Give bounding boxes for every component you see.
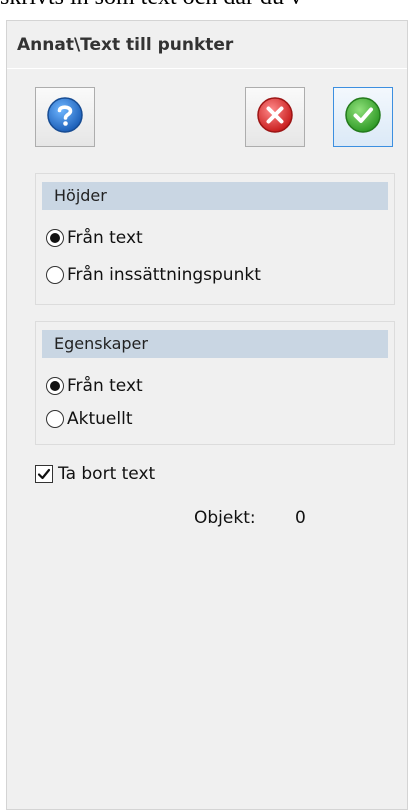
heights-option-from-insertion-point[interactable]: Från inssättningspunkt bbox=[46, 265, 261, 285]
remove-text-label: Ta bort text bbox=[58, 464, 156, 484]
radio-unselected[interactable] bbox=[46, 410, 64, 428]
properties-group: Egenskaper Från text Aktuellt bbox=[35, 321, 395, 445]
heights-group-header: Höjder bbox=[42, 182, 388, 210]
heights-group: Höjder Från text Från inssättningspunkt bbox=[35, 173, 395, 305]
radio-selected[interactable] bbox=[46, 377, 64, 395]
properties-option-current[interactable]: Aktuellt bbox=[46, 409, 133, 429]
properties-group-header: Egenskaper bbox=[42, 330, 388, 358]
ok-button[interactable] bbox=[333, 87, 393, 147]
checkmark-icon bbox=[37, 468, 51, 480]
question-mark-icon bbox=[45, 95, 85, 139]
green-check-icon bbox=[343, 95, 383, 139]
remove-text-checkbox[interactable] bbox=[35, 465, 53, 483]
properties-option-from-text[interactable]: Från text bbox=[46, 376, 143, 396]
properties-option-label: Aktuellt bbox=[67, 409, 133, 429]
objekt-count: 0 bbox=[295, 508, 306, 528]
properties-option-label: Från text bbox=[67, 376, 143, 396]
heights-option-label: Från text bbox=[67, 228, 143, 248]
red-x-icon bbox=[255, 95, 295, 139]
radio-selected[interactable] bbox=[46, 229, 64, 247]
text-to-points-panel: Annat\Text till punkter Höjder Från text… bbox=[6, 20, 408, 810]
objekt-label: Objekt: bbox=[194, 508, 256, 528]
heights-option-label: Från inssättningspunkt bbox=[67, 265, 261, 285]
heights-option-from-text[interactable]: Från text bbox=[46, 228, 143, 248]
panel-title: Annat\Text till punkter bbox=[17, 35, 234, 55]
remove-text-checkbox-row[interactable]: Ta bort text bbox=[35, 464, 155, 484]
background-document-text: skrivts in som text och där du v bbox=[0, 0, 411, 8]
title-divider bbox=[7, 68, 407, 69]
cancel-button[interactable] bbox=[245, 87, 305, 147]
help-button[interactable] bbox=[35, 87, 95, 147]
radio-unselected[interactable] bbox=[46, 266, 64, 284]
